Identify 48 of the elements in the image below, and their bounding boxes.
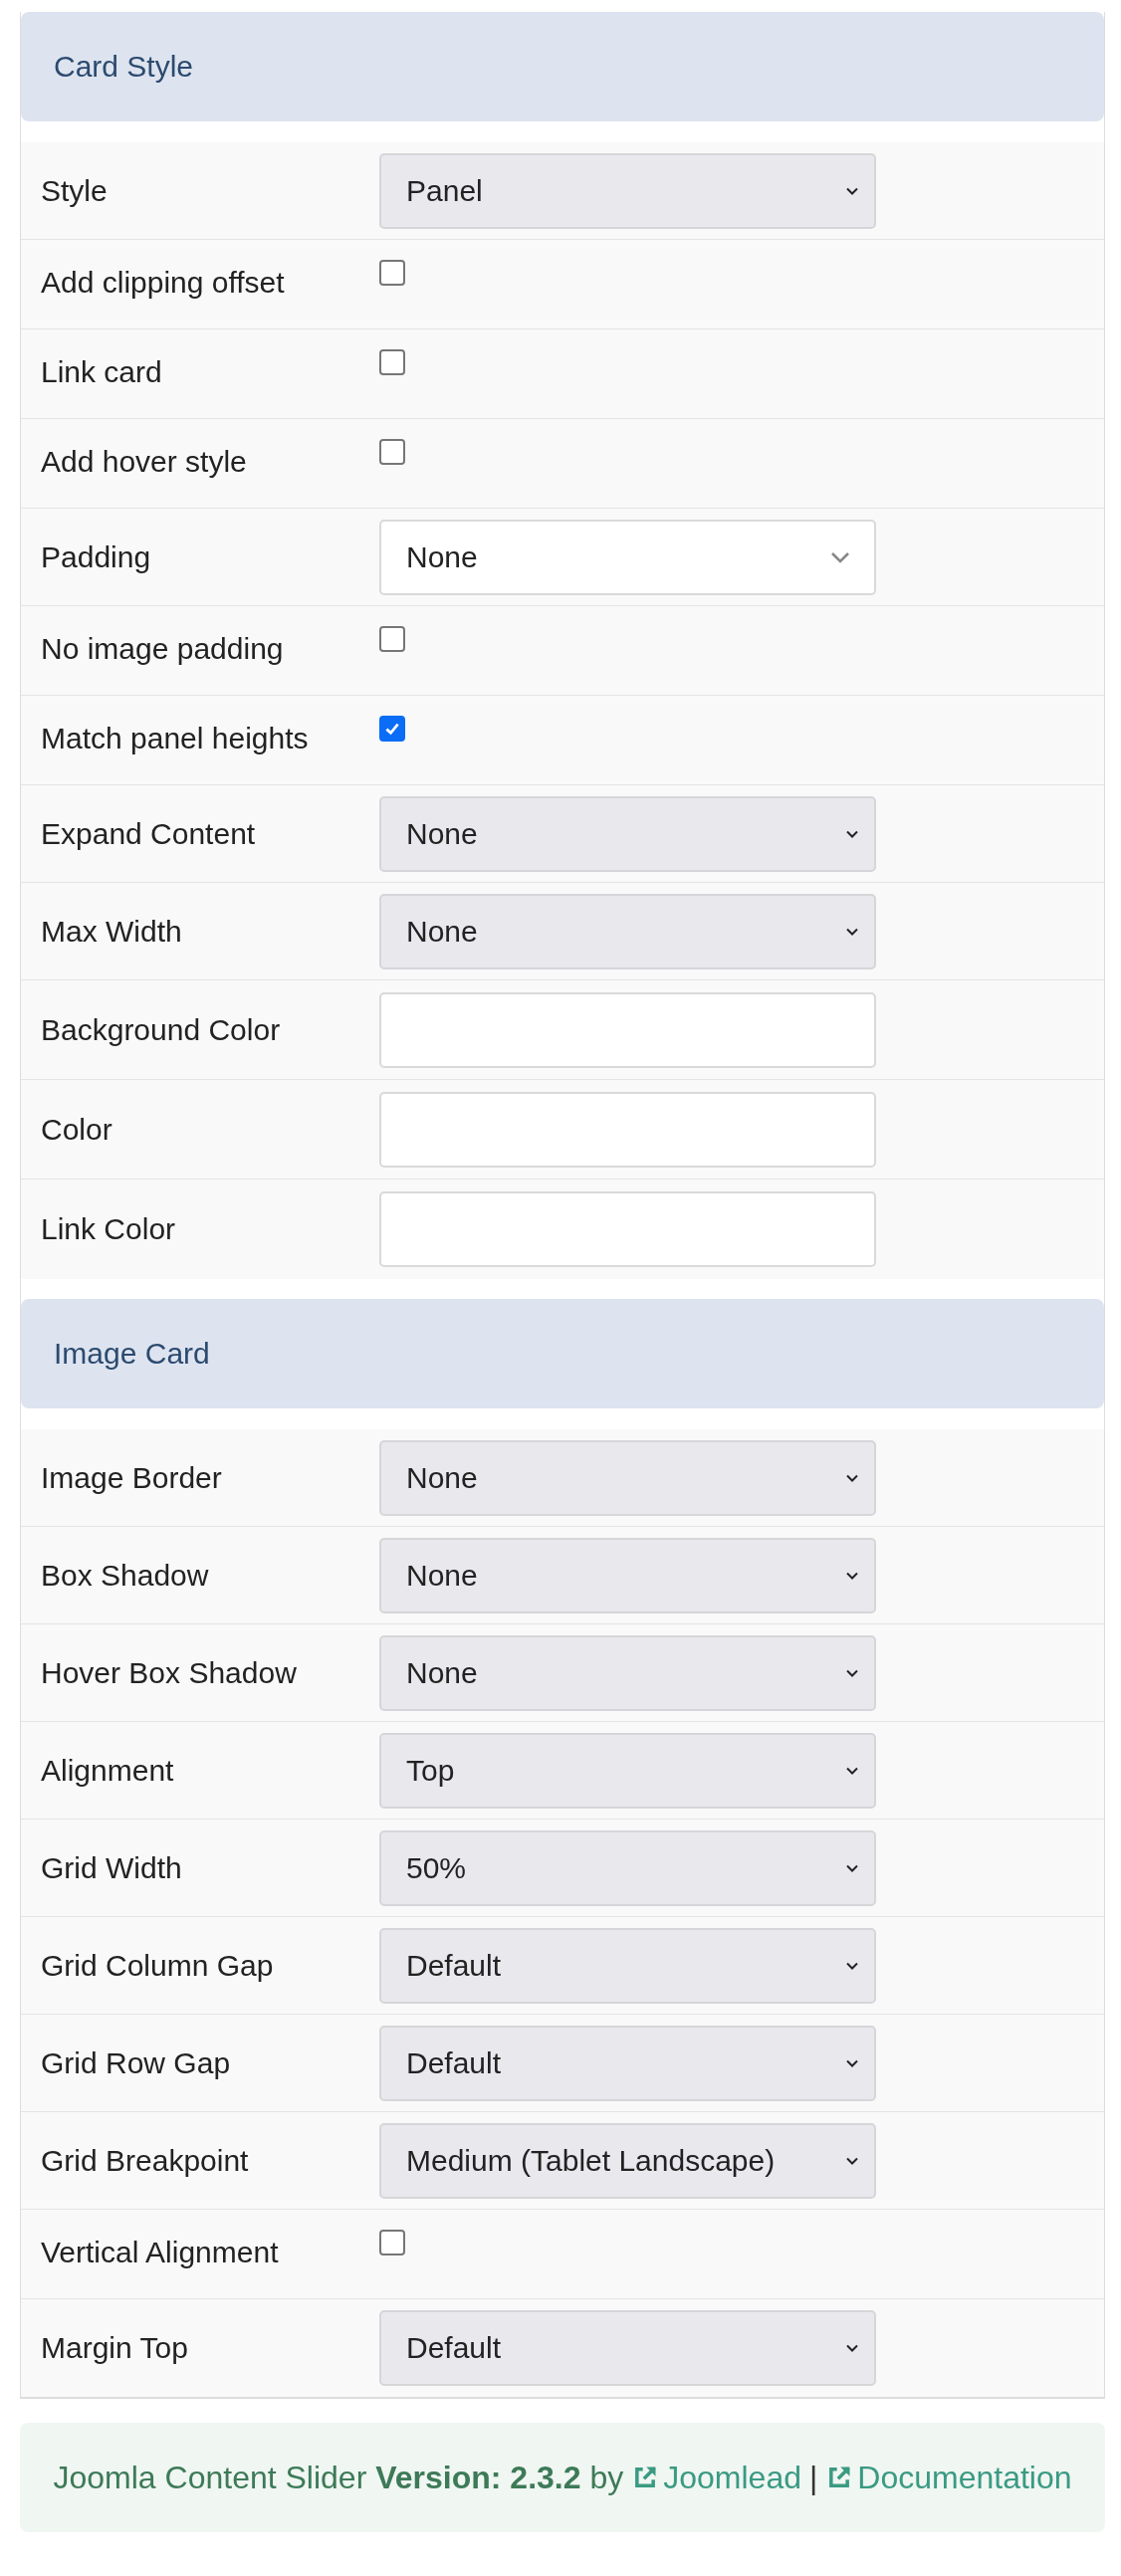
select-field[interactable]: Medium (Tablet Landscape) bbox=[379, 2122, 876, 2199]
select-field[interactable]: None bbox=[379, 1439, 876, 1516]
section-title: Image Card bbox=[54, 1337, 210, 1371]
footer-credit: Joomla Content Slider Version: 2.3.2 by Joomlead | Documentation bbox=[53, 2459, 1072, 2496]
field-label: Link Color bbox=[41, 1212, 177, 1246]
field-label: Image Border bbox=[41, 1460, 223, 1495]
checkbox[interactable] bbox=[379, 439, 405, 465]
select-field[interactable]: Panel bbox=[379, 152, 876, 229]
separator-text: | bbox=[808, 2459, 818, 2496]
text-field[interactable] bbox=[379, 991, 876, 1068]
field-label: No image padding bbox=[41, 631, 285, 666]
select-field[interactable]: None bbox=[379, 795, 876, 872]
select-field[interactable]: None bbox=[379, 1634, 876, 1711]
field-label: Expand Content bbox=[41, 816, 257, 851]
field-label: Background Color bbox=[41, 1012, 282, 1047]
checkbox[interactable] bbox=[379, 349, 405, 375]
section-title: Card Style bbox=[54, 50, 194, 84]
field-label: Style bbox=[41, 173, 109, 208]
select-field[interactable]: 50% bbox=[379, 1829, 876, 1906]
select-field[interactable]: None bbox=[379, 893, 876, 969]
field-label: Alignment bbox=[41, 1753, 175, 1788]
field-label: Vertical Alignment bbox=[41, 2235, 280, 2269]
select-field[interactable]: Default bbox=[379, 1927, 876, 2004]
field-label: Grid Width bbox=[41, 1850, 183, 1885]
checkbox[interactable] bbox=[379, 626, 405, 652]
select-field[interactable]: Default bbox=[379, 2025, 876, 2101]
checkbox[interactable] bbox=[379, 716, 405, 742]
field-label: Hover Box Shadow bbox=[41, 1655, 298, 1690]
checkbox[interactable] bbox=[379, 260, 405, 286]
field-label: Max Width bbox=[41, 914, 183, 949]
field-label: Color bbox=[41, 1112, 113, 1147]
field-label: Match panel heights bbox=[41, 721, 310, 755]
checkbox[interactable] bbox=[379, 2230, 405, 2255]
text-field[interactable] bbox=[379, 1091, 876, 1168]
field-label: Add clipping offset bbox=[41, 265, 286, 300]
dropdown-field[interactable]: None bbox=[379, 519, 876, 595]
select-field[interactable]: Default bbox=[379, 2310, 876, 2386]
field-label: Padding bbox=[41, 539, 152, 574]
field-label: Add hover style bbox=[41, 444, 248, 479]
select-field[interactable]: None bbox=[379, 1537, 876, 1613]
field-label: Grid Column Gap bbox=[41, 1948, 275, 1983]
text-field[interactable] bbox=[379, 1191, 876, 1267]
field-label: Margin Top bbox=[41, 2331, 189, 2365]
field-label: Link card bbox=[41, 354, 163, 389]
select-field[interactable]: Top bbox=[379, 1732, 876, 1809]
field-label: Grid Row Gap bbox=[41, 2045, 232, 2080]
field-label: Box Shadow bbox=[41, 1558, 210, 1593]
field-label: Grid Breakpoint bbox=[41, 2143, 250, 2178]
